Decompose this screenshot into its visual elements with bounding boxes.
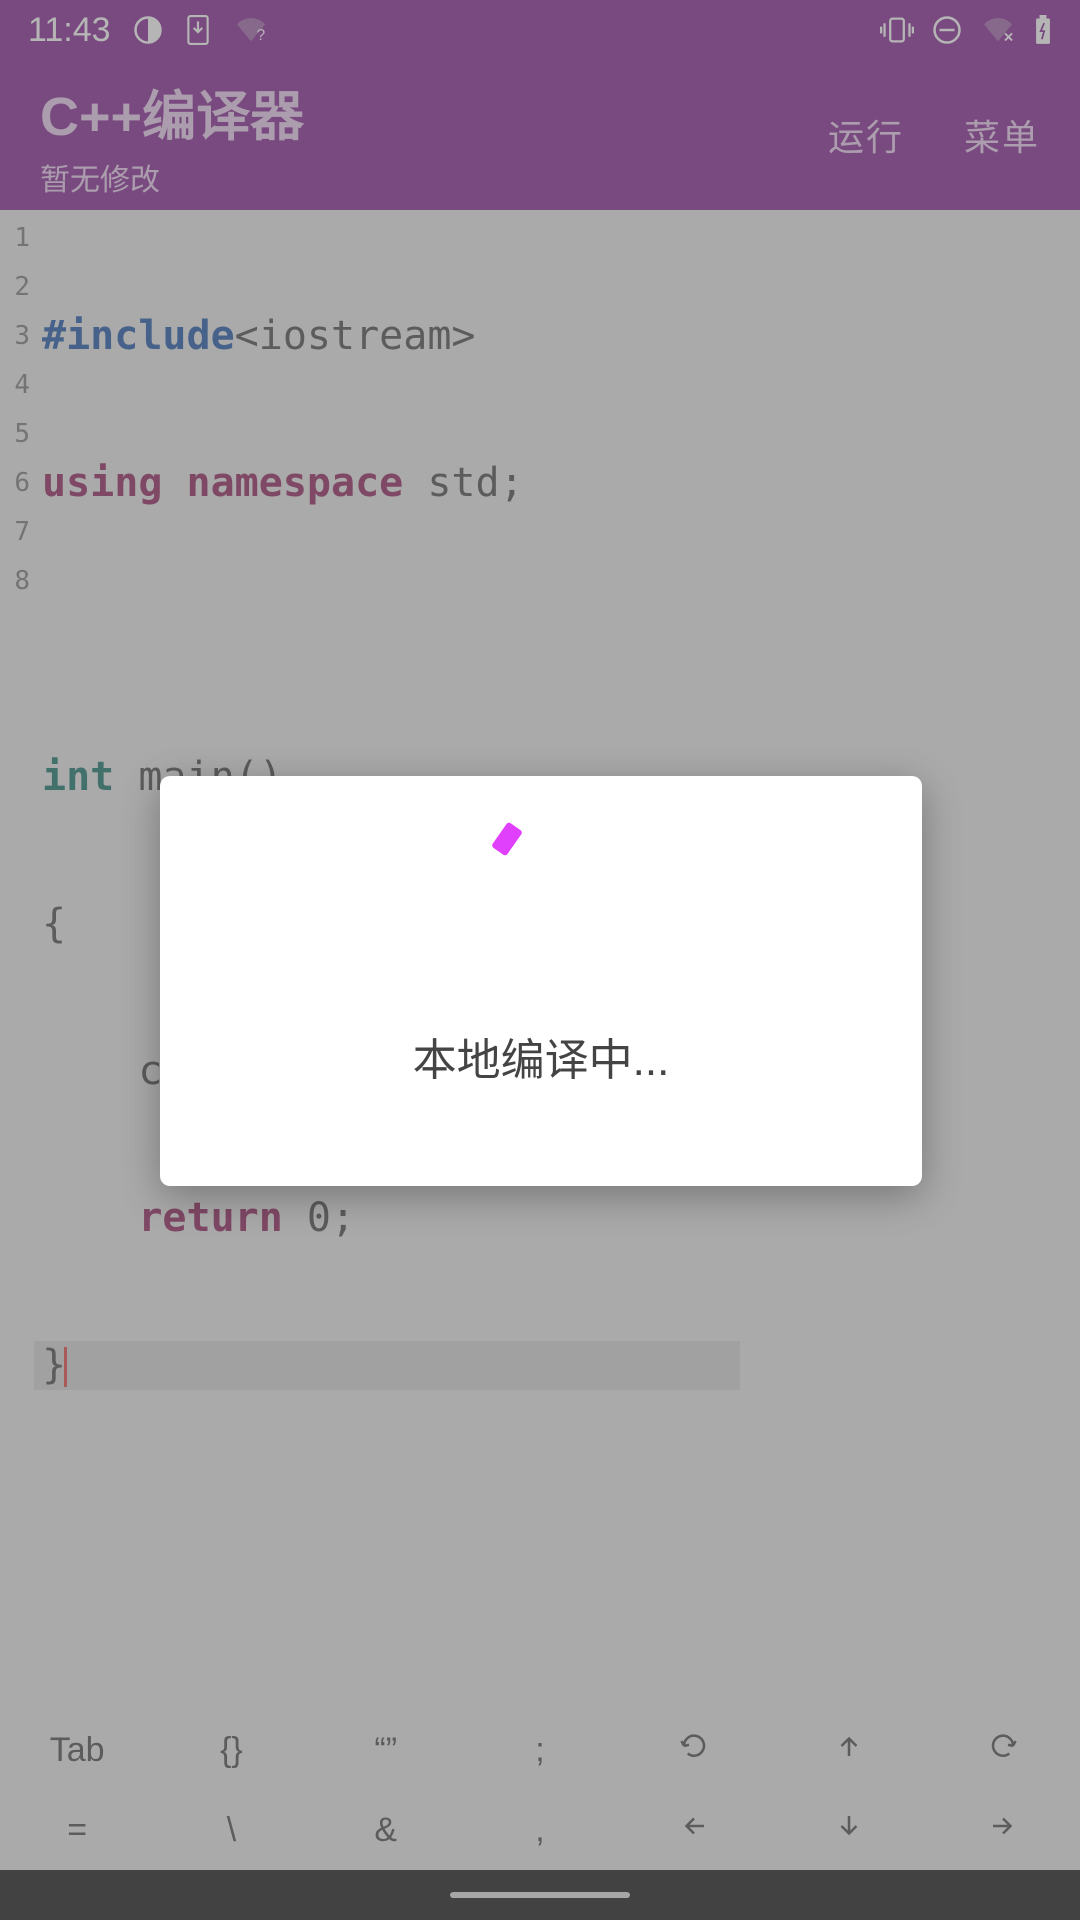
arrow-left-icon xyxy=(679,1811,709,1850)
app-title: C++编译器 xyxy=(40,72,304,151)
key-semicolon[interactable]: ; xyxy=(463,1710,617,1790)
vibrate-icon xyxy=(880,16,914,44)
key-up[interactable] xyxy=(771,1710,925,1790)
arrow-right-icon xyxy=(988,1811,1018,1850)
undo-icon xyxy=(679,1731,709,1770)
key-tab[interactable]: Tab xyxy=(0,1710,154,1790)
dialog-message: 本地编译中... xyxy=(413,1024,670,1088)
battery-charging-icon xyxy=(1034,15,1052,45)
theme-icon xyxy=(133,15,163,45)
app-subtitle: 暂无修改 xyxy=(40,155,304,199)
key-equals[interactable]: = xyxy=(0,1790,154,1870)
key-quotes[interactable]: “” xyxy=(309,1710,463,1790)
key-undo[interactable] xyxy=(617,1710,771,1790)
line-gutter: 1 2 3 4 5 6 7 8 xyxy=(0,210,34,1710)
key-left[interactable] xyxy=(617,1790,771,1870)
wifi-off-icon: × xyxy=(980,16,1016,44)
key-ampersand[interactable]: & xyxy=(309,1790,463,1870)
symbol-keyboard: Tab {} “” ; = \ & , xyxy=(0,1710,1080,1870)
run-button[interactable]: 运行 xyxy=(828,109,904,161)
arrow-up-icon xyxy=(834,1731,864,1770)
download-icon xyxy=(185,15,211,45)
system-nav-bar xyxy=(0,1870,1080,1920)
compiling-dialog: 本地编译中... xyxy=(160,776,922,1186)
menu-button[interactable]: 菜单 xyxy=(964,109,1040,161)
home-pill[interactable] xyxy=(450,1892,630,1898)
key-braces[interactable]: {} xyxy=(154,1710,308,1790)
key-backslash[interactable]: \ xyxy=(154,1790,308,1870)
key-comma[interactable]: , xyxy=(463,1790,617,1870)
key-redo[interactable] xyxy=(926,1710,1080,1790)
arrow-down-icon xyxy=(834,1811,864,1850)
spinner-icon xyxy=(491,822,523,857)
dnd-icon xyxy=(932,15,962,45)
svg-text:?: ? xyxy=(256,27,265,44)
wifi-question-icon: ? xyxy=(233,16,269,44)
key-right[interactable] xyxy=(926,1790,1080,1870)
svg-text:×: × xyxy=(1004,28,1014,44)
app-bar: C++编译器 暂无修改 运行 菜单 xyxy=(0,60,1080,210)
status-bar: 11:43 ? × xyxy=(0,0,1080,60)
status-time: 11:43 xyxy=(28,11,111,50)
cursor xyxy=(64,1347,67,1387)
redo-icon xyxy=(988,1731,1018,1770)
key-down[interactable] xyxy=(771,1790,925,1870)
